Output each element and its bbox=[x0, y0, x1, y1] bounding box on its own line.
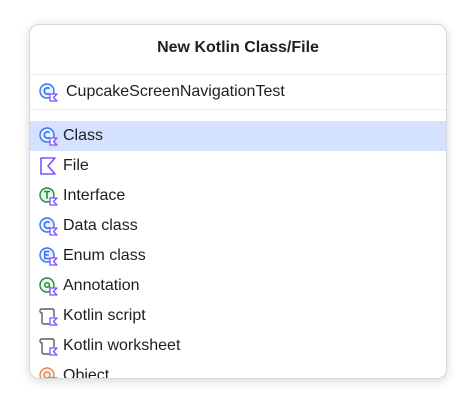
kind-list: Class File Interface Data class Enum cla… bbox=[30, 121, 446, 379]
class-name-input[interactable] bbox=[66, 83, 426, 101]
list-item-label: Interface bbox=[63, 187, 126, 204]
kotlin-object-icon bbox=[39, 367, 58, 378]
list-item-label: Data class bbox=[63, 217, 138, 234]
list-item-kotlin-script[interactable]: Kotlin script bbox=[30, 301, 446, 331]
list-item-label: Annotation bbox=[63, 277, 140, 294]
kotlin-script-icon bbox=[39, 308, 58, 326]
kotlin-class-icon bbox=[39, 127, 58, 146]
kotlin-enum-class-icon bbox=[39, 247, 58, 266]
list-item-file[interactable]: File bbox=[30, 151, 446, 181]
divider bbox=[30, 109, 446, 110]
list-item-label: File bbox=[63, 157, 89, 174]
list-item-enum-class[interactable]: Enum class bbox=[30, 241, 446, 271]
list-item-label: Class bbox=[63, 127, 104, 144]
list-item-label: Kotlin worksheet bbox=[63, 337, 181, 354]
list-item-kotlin-worksheet[interactable]: Kotlin worksheet bbox=[30, 331, 446, 361]
kotlin-file-icon bbox=[40, 157, 56, 175]
dialog-title: New Kotlin Class/File bbox=[157, 39, 319, 56]
kotlin-annotation-icon bbox=[39, 277, 58, 296]
name-row bbox=[38, 79, 438, 105]
list-item-class[interactable]: Class bbox=[30, 121, 446, 151]
divider bbox=[30, 74, 446, 75]
list-item-interface[interactable]: Interface bbox=[30, 181, 446, 211]
list-item-label: Kotlin script bbox=[63, 307, 146, 324]
kotlin-worksheet-icon bbox=[39, 338, 58, 356]
list-item-label: Enum class bbox=[63, 247, 146, 264]
kotlin-class-icon bbox=[39, 83, 58, 102]
kotlin-data-class-icon bbox=[39, 217, 58, 236]
new-kotlin-class-dialog: New Kotlin Class/File Class File bbox=[29, 24, 447, 379]
list-item-data-class[interactable]: Data class bbox=[30, 211, 446, 241]
list-item-annotation[interactable]: Annotation bbox=[30, 271, 446, 301]
kotlin-interface-icon bbox=[39, 187, 58, 206]
list-item-label: Object bbox=[63, 367, 110, 379]
list-item-object[interactable]: Object bbox=[30, 361, 446, 379]
